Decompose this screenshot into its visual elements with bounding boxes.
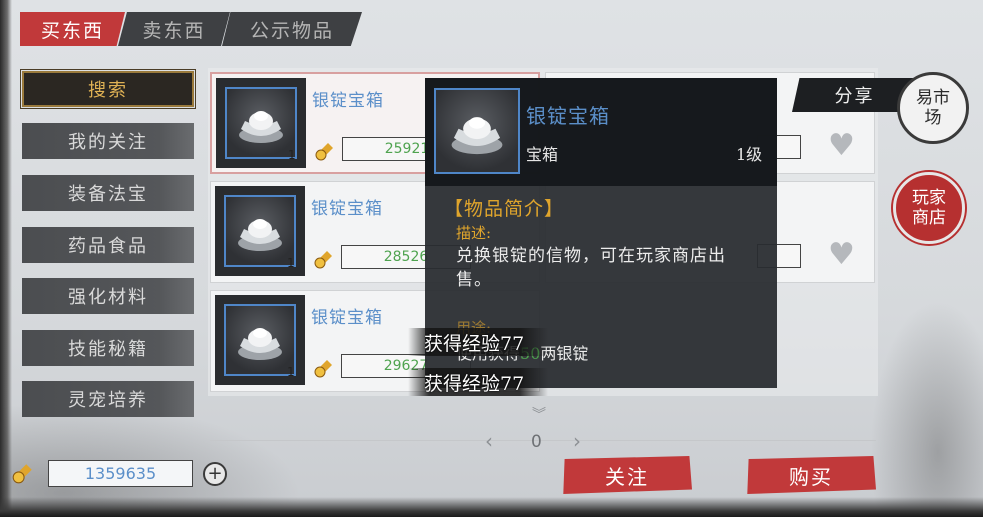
follow-button[interactable]: 关注 bbox=[563, 456, 692, 494]
category-skill-books[interactable]: 技能秘籍 bbox=[22, 330, 194, 366]
gold-coin-icon bbox=[313, 248, 335, 270]
tooltip-item-name: 银锭宝箱 bbox=[526, 104, 610, 128]
player-shop-seal-label: 玩家商店 bbox=[912, 188, 946, 228]
item-count: 1 bbox=[287, 256, 295, 270]
silver-ingot-icon bbox=[224, 195, 296, 267]
item-count: 1 bbox=[287, 365, 295, 379]
item-name: 银锭宝箱 bbox=[311, 308, 383, 328]
tab-sell[interactable]: 卖东西 bbox=[118, 12, 230, 46]
category-my-follows[interactable]: 我的关注 bbox=[22, 123, 194, 159]
page-number: 0 bbox=[531, 432, 542, 452]
tab-public-items[interactable]: 公示物品 bbox=[222, 12, 362, 46]
tooltip-description: 兑换银锭的信物，可在玩家商店出售。 bbox=[456, 246, 726, 290]
category-enhance-materials[interactable]: 强化材料 bbox=[22, 278, 194, 314]
silver-ingot-icon bbox=[225, 87, 297, 159]
item-name: 银锭宝箱 bbox=[312, 91, 384, 111]
category-pet-training[interactable]: 灵宠培养 bbox=[22, 381, 194, 417]
heart-icon[interactable]: ♥ bbox=[828, 240, 855, 270]
buy-button[interactable]: 购买 bbox=[747, 456, 876, 494]
category-medicine-food[interactable]: 药品食品 bbox=[22, 227, 194, 263]
chevron-left-icon[interactable]: ‹ bbox=[485, 429, 493, 453]
item-slot: 1 bbox=[216, 78, 306, 168]
item-slot: 1 bbox=[215, 295, 305, 385]
gold-coin-icon bbox=[314, 140, 336, 162]
category-search[interactable]: 搜索 bbox=[20, 69, 196, 109]
pager-divider bbox=[210, 440, 876, 441]
gold-coin-icon bbox=[10, 461, 36, 485]
ink-wash-decoration bbox=[870, 300, 983, 517]
bottom-frame-edge bbox=[0, 497, 983, 517]
item-count: 1 bbox=[288, 148, 296, 162]
floating-message: 获得经验77 bbox=[408, 368, 548, 396]
category-equipment[interactable]: 装备法宝 bbox=[22, 175, 194, 211]
silver-ingot-icon bbox=[434, 88, 520, 174]
item-slot: 1 bbox=[215, 186, 305, 276]
market-seal[interactable]: 易市场 bbox=[897, 72, 969, 144]
plus-icon[interactable]: + bbox=[203, 462, 227, 486]
floating-message: 获得经验77 bbox=[408, 328, 548, 356]
chevron-right-icon[interactable]: › bbox=[573, 429, 581, 453]
tab-buy[interactable]: 买东西 bbox=[20, 12, 125, 46]
currency-balance: 1359635 bbox=[48, 460, 193, 487]
gold-coin-icon bbox=[313, 357, 335, 379]
market-seal-label: 易市场 bbox=[916, 88, 950, 128]
tooltip-section-title: 【物品简介】 bbox=[444, 198, 565, 220]
heart-icon[interactable]: ♥ bbox=[828, 131, 855, 161]
tooltip-desc-label: 描述: bbox=[456, 224, 492, 242]
silver-ingot-icon bbox=[224, 304, 296, 376]
tooltip-item-level: 1级 bbox=[736, 145, 763, 164]
player-shop-seal[interactable]: 玩家商店 bbox=[893, 172, 965, 244]
double-chevron-down-icon[interactable]: ︾ bbox=[532, 404, 546, 424]
tooltip-item-type: 宝箱 bbox=[526, 145, 559, 164]
item-name: 银锭宝箱 bbox=[311, 199, 383, 219]
